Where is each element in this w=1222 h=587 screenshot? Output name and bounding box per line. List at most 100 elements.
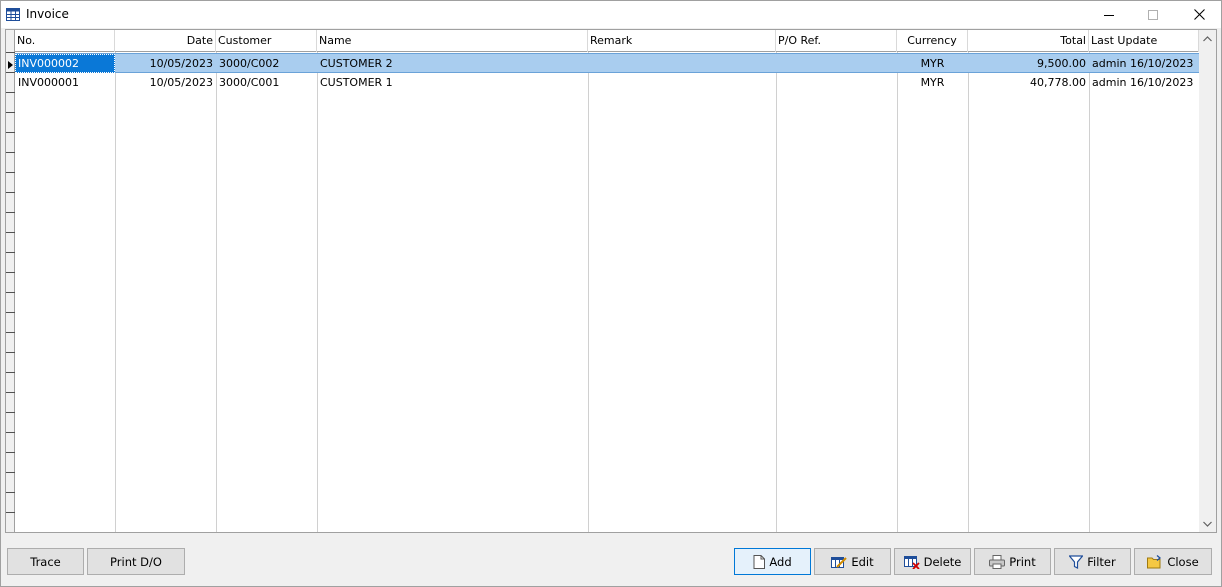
row-indicator-separator bbox=[6, 452, 15, 453]
cell-date[interactable]: 10/05/2023 bbox=[115, 54, 216, 73]
delete-table-icon bbox=[903, 555, 920, 569]
row-indicator-separator bbox=[6, 152, 15, 153]
row-indicator-separator bbox=[6, 292, 15, 293]
row-indicator-separator bbox=[6, 72, 15, 73]
column-header-total[interactable]: Total bbox=[968, 30, 1089, 52]
row-indicator-separator bbox=[6, 432, 15, 433]
cell-customer[interactable]: 3000/C002 bbox=[216, 54, 317, 73]
row-indicator-separator bbox=[6, 132, 15, 133]
table-icon bbox=[6, 8, 20, 21]
column-header-no[interactable]: No. bbox=[15, 30, 115, 52]
edit-button[interactable]: Edit bbox=[814, 548, 891, 575]
close-icon bbox=[1193, 9, 1205, 20]
cell-total[interactable]: 9,500.00 bbox=[968, 54, 1089, 73]
row-indicator-separator bbox=[6, 112, 15, 113]
invoice-window: Invoice No. Date Customer Name Remark P/O Ref… bbox=[0, 0, 1222, 587]
cell-date[interactable]: 10/05/2023 bbox=[115, 73, 216, 92]
close-button[interactable]: Close bbox=[1134, 548, 1212, 575]
chevron-down-icon bbox=[1203, 521, 1212, 527]
cell-po-ref[interactable] bbox=[776, 54, 897, 73]
cell-name[interactable]: CUSTOMER 1 bbox=[317, 73, 588, 92]
table-row[interactable]: INV000001 10/05/2023 3000/C001 CUSTOMER 1 MY… bbox=[15, 73, 1199, 93]
column-header-currency[interactable]: Currency bbox=[897, 30, 968, 52]
row-indicator-separator bbox=[6, 212, 15, 213]
funnel-icon bbox=[1069, 554, 1084, 569]
cell-po-ref[interactable] bbox=[776, 73, 897, 92]
filter-button[interactable]: Filter bbox=[1054, 548, 1131, 575]
minimize-icon bbox=[1104, 14, 1114, 16]
row-indicator-separator bbox=[6, 172, 15, 173]
cell-currency[interactable]: MYR bbox=[897, 54, 968, 73]
column-header-remark[interactable]: Remark bbox=[588, 30, 776, 52]
printer-icon bbox=[989, 554, 1006, 569]
scroll-up-button[interactable] bbox=[1199, 30, 1216, 47]
column-header-po-ref[interactable]: P/O Ref. bbox=[776, 30, 897, 52]
row-indicator-separator bbox=[6, 392, 15, 393]
column-header-name[interactable]: Name bbox=[317, 30, 588, 52]
print-do-button-label: Print D/O bbox=[110, 554, 162, 569]
print-button-label: Print bbox=[1009, 554, 1036, 569]
grid-header: No. Date Customer Name Remark P/O Ref. Currenc… bbox=[15, 30, 1199, 52]
cell-currency[interactable]: MYR bbox=[897, 73, 968, 92]
column-divider bbox=[115, 52, 116, 532]
cell-remark[interactable] bbox=[588, 73, 776, 92]
invoice-grid[interactable]: No. Date Customer Name Remark P/O Ref. Currenc… bbox=[5, 29, 1217, 533]
table-row[interactable]: INV000002 10/05/2023 3000/C002 CUSTOMER 2 MY… bbox=[15, 53, 1199, 73]
cell-no[interactable]: INV000001 bbox=[15, 73, 115, 92]
add-button-label: Add bbox=[769, 554, 792, 569]
delete-button[interactable]: Delete bbox=[894, 548, 971, 575]
maximize-icon bbox=[1148, 9, 1158, 20]
new-document-icon bbox=[753, 554, 766, 569]
current-row-arrow-icon bbox=[8, 61, 13, 69]
scroll-down-button[interactable] bbox=[1199, 515, 1216, 532]
trace-button-label: Trace bbox=[30, 554, 61, 569]
print-do-button[interactable]: Print D/O bbox=[87, 548, 185, 575]
filter-button-label: Filter bbox=[1087, 554, 1116, 569]
cell-total[interactable]: 40,778.00 bbox=[968, 73, 1089, 92]
row-indicator-separator bbox=[6, 312, 15, 313]
row-indicator-separator bbox=[6, 372, 15, 373]
column-divider bbox=[317, 52, 318, 532]
title-bar[interactable]: Invoice bbox=[1, 1, 1221, 28]
maximize-button[interactable] bbox=[1130, 1, 1176, 28]
close-window-button[interactable] bbox=[1176, 1, 1222, 28]
minimize-button[interactable] bbox=[1086, 1, 1132, 28]
print-button[interactable]: Print bbox=[974, 548, 1051, 575]
column-divider bbox=[776, 52, 777, 532]
cell-no[interactable]: INV000002 bbox=[15, 54, 115, 73]
column-header-date[interactable]: Date bbox=[115, 30, 216, 52]
edit-button-label: Edit bbox=[851, 554, 874, 569]
row-indicator-separator bbox=[6, 272, 15, 273]
open-folder-icon bbox=[1147, 554, 1162, 568]
edit-table-icon bbox=[831, 556, 848, 568]
row-indicator-separator bbox=[6, 472, 15, 473]
row-indicator-separator bbox=[6, 252, 15, 253]
row-indicator-separator bbox=[6, 192, 15, 193]
cell-remark[interactable] bbox=[588, 54, 776, 73]
column-divider bbox=[1089, 52, 1090, 532]
row-indicator-separator bbox=[6, 92, 15, 93]
row-indicator-separator bbox=[6, 232, 15, 233]
row-indicator-separator bbox=[6, 512, 15, 513]
cell-last-update[interactable]: admin 16/10/2023 bbox=[1089, 54, 1199, 73]
cell-customer[interactable]: 3000/C001 bbox=[216, 73, 317, 92]
chevron-up-icon bbox=[1203, 35, 1212, 41]
column-header-customer[interactable]: Customer bbox=[216, 30, 317, 52]
column-divider bbox=[897, 52, 898, 532]
delete-button-label: Delete bbox=[923, 554, 962, 569]
row-indicator-separator bbox=[6, 412, 15, 413]
window-title: Invoice bbox=[26, 7, 69, 21]
vertical-scrollbar[interactable] bbox=[1199, 30, 1216, 532]
trace-button[interactable]: Trace bbox=[7, 548, 84, 575]
column-divider bbox=[588, 52, 589, 532]
cell-name[interactable]: CUSTOMER 2 bbox=[317, 54, 588, 73]
add-button[interactable]: Add bbox=[734, 548, 811, 575]
column-divider bbox=[968, 52, 969, 532]
row-indicator-separator bbox=[6, 352, 15, 353]
cell-last-update[interactable]: admin 16/10/2023 bbox=[1089, 73, 1199, 92]
column-header-last-update[interactable]: Last Update bbox=[1089, 30, 1199, 52]
row-indicator-column bbox=[6, 30, 15, 532]
row-indicator-separator bbox=[6, 52, 15, 53]
close-button-label: Close bbox=[1167, 554, 1199, 569]
column-divider bbox=[216, 52, 217, 532]
